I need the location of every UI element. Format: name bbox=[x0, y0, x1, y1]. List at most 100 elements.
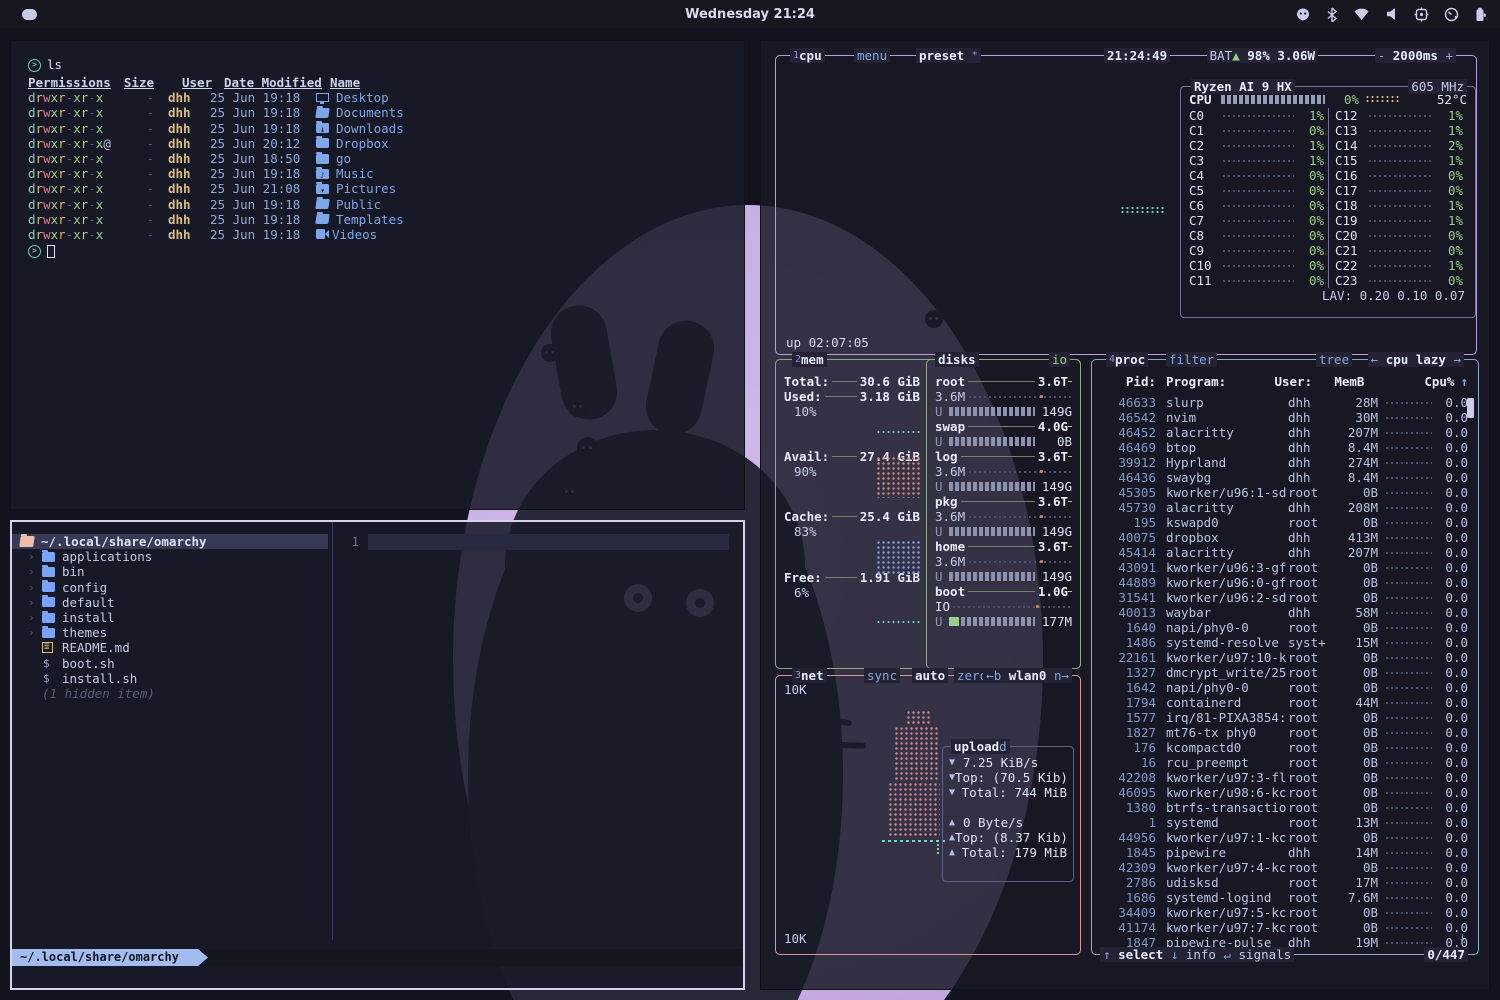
interface-next[interactable]: n→ bbox=[1054, 668, 1069, 683]
upload-total: ▲Total: 179 MiB bbox=[949, 845, 1067, 860]
interval-decrease[interactable]: - bbox=[1378, 48, 1386, 63]
disk-meter-row: U177M bbox=[935, 614, 1072, 629]
net-sync-toggle[interactable]: sync bbox=[864, 668, 900, 683]
tree-directory[interactable]: config bbox=[12, 580, 332, 595]
user: dhh bbox=[168, 166, 210, 181]
proc-filter-button[interactable]: filter bbox=[1166, 352, 1217, 367]
process-row[interactable]: 45730 alacritty dhh 208M 0.0 bbox=[1100, 500, 1468, 515]
info-action[interactable]: info bbox=[1186, 947, 1216, 962]
command-text: ls bbox=[47, 57, 62, 72]
disks-io-toggle[interactable]: io bbox=[1049, 352, 1070, 367]
tree-root[interactable]: ~/.local/share/omarchy bbox=[12, 534, 328, 549]
ls-row: drwxr-xr-x - dhh 25 Jun 19:18 Desktop bbox=[28, 90, 744, 105]
process-row[interactable]: 44956 kworker/u97:1-kc root 0B 0.0 bbox=[1100, 830, 1468, 845]
process-row[interactable]: 2786 udisksd root 17M 0.0 bbox=[1100, 875, 1468, 890]
pane-separator[interactable] bbox=[332, 522, 333, 940]
column-user[interactable]: User: bbox=[1274, 374, 1320, 389]
core-row: C151% bbox=[1335, 153, 1463, 168]
disk-meter-row: U0B bbox=[935, 434, 1072, 449]
process-row[interactable]: 44889 kworker/u96:0-gf root 0B 0.0 bbox=[1100, 575, 1468, 590]
proc-tree-toggle[interactable]: tree bbox=[1316, 352, 1352, 367]
process-row[interactable]: 39912 Hyprland dhh 274M 0.0 bbox=[1100, 455, 1468, 470]
process-row[interactable]: 16 rcu_preempt root 0B 0.0 bbox=[1100, 755, 1468, 770]
screen-record-icon[interactable] bbox=[1414, 7, 1429, 22]
process-row[interactable]: 46542 nvim dhh 30M 0.0 bbox=[1100, 410, 1468, 425]
terminal-cursor[interactable] bbox=[47, 245, 55, 258]
column-program[interactable]: Program: bbox=[1156, 374, 1274, 389]
sort-next[interactable]: → bbox=[1453, 352, 1461, 367]
process-row[interactable]: 176 kcompactd0 root 0B 0.0 bbox=[1100, 740, 1468, 755]
battery-icon[interactable] bbox=[1474, 7, 1486, 22]
process-row[interactable]: 1827 mt76-tx phy0 root 0B 0.0 bbox=[1100, 725, 1468, 740]
ls-row: drwxr-xr-x - dhh 25 Jun 19:18 Videos bbox=[28, 227, 744, 242]
scroll-up-icon[interactable]: ↑ bbox=[1460, 374, 1468, 389]
process-row[interactable]: 46452 alacritty dhh 207M 0.0 bbox=[1100, 425, 1468, 440]
process-row[interactable]: 46095 kworker/u98:6-kc root 0B 0.0 bbox=[1100, 785, 1468, 800]
wifi-icon[interactable] bbox=[1353, 7, 1370, 21]
sort-prev[interactable]: ← bbox=[1371, 352, 1379, 367]
process-row[interactable]: 42208 kworker/u97:3-fl root 0B 0.0 bbox=[1100, 770, 1468, 785]
interface-prev[interactable]: ←b bbox=[986, 668, 1001, 683]
process-row[interactable]: 1640 napi/phy0-0 root 0B 0.0 bbox=[1100, 620, 1468, 635]
process-row[interactable]: 45414 alacritty dhh 207M 0.0 bbox=[1100, 545, 1468, 560]
process-row[interactable]: 1577 irq/81-PIXA3854: root 0B 0.0 bbox=[1100, 710, 1468, 725]
tree-directory[interactable]: default bbox=[12, 595, 332, 610]
size: - bbox=[120, 121, 154, 136]
signals-action[interactable]: signals bbox=[1239, 947, 1292, 962]
disk-used-meter bbox=[949, 527, 1035, 536]
process-row[interactable]: 41174 kworker/u97:7-kc root 0B 0.0 bbox=[1100, 920, 1468, 935]
core-row: C50% bbox=[1189, 183, 1324, 198]
net-dialog-key[interactable]: d bbox=[999, 739, 1007, 754]
tree-directory[interactable]: bin bbox=[12, 564, 332, 579]
process-row[interactable]: 40013 waybar dhh 58M 0.0 bbox=[1100, 605, 1468, 620]
process-row[interactable]: 1794 containerd root 44M 0.0 bbox=[1100, 695, 1468, 710]
process-row[interactable]: 40075 dropbox dhh 413M 0.0 bbox=[1100, 530, 1468, 545]
folder-icon bbox=[42, 582, 55, 592]
net-auto-toggle[interactable]: auto bbox=[912, 668, 948, 683]
process-row[interactable]: 46469 btop dhh 8.4M 0.0 bbox=[1100, 440, 1468, 455]
tree-directory[interactable]: themes bbox=[12, 625, 332, 640]
process-row[interactable]: 1845 pipewire dhh 14M 0.0 bbox=[1100, 845, 1468, 860]
process-row[interactable]: 42309 kworker/u97:4-kc root 0B 0.0 bbox=[1100, 860, 1468, 875]
process-row[interactable]: 22161 kworker/u97:10-k root 0B 0.0 bbox=[1100, 650, 1468, 665]
column-pid[interactable]: Pid: bbox=[1100, 374, 1156, 389]
column-memb[interactable]: MemB bbox=[1320, 374, 1364, 389]
process-row[interactable]: 1642 napi/phy0-0 root 0B 0.0 bbox=[1100, 680, 1468, 695]
process-row[interactable]: 1380 btrfs-transactio root 0B 0.0 bbox=[1100, 800, 1468, 815]
proc-scrollbar[interactable] bbox=[1467, 398, 1474, 418]
date-modified: 25 Jun 18:50 bbox=[210, 151, 316, 166]
process-row[interactable]: 195 kswapd0 root 0B 0.0 bbox=[1100, 515, 1468, 530]
clock: Wednesday 21:24 bbox=[0, 7, 1500, 22]
select-action[interactable]: select bbox=[1118, 947, 1163, 962]
process-row[interactable]: 45305 kworker/u96:1-sd root 0B 0.0 bbox=[1100, 485, 1468, 500]
interval-increase[interactable]: + bbox=[1445, 48, 1453, 63]
scroll-down-icon[interactable]: ↓ bbox=[1458, 929, 1466, 944]
file-name: Videos bbox=[316, 227, 377, 242]
bluetooth-icon[interactable] bbox=[1326, 7, 1338, 22]
process-row[interactable]: 34409 kworker/u97:5-kc root 0B 0.0 bbox=[1100, 905, 1468, 920]
menu-button[interactable]: menu bbox=[854, 48, 890, 63]
tree-file[interactable]: boot.sh bbox=[12, 656, 332, 671]
preset-button[interactable]: preset * bbox=[916, 48, 981, 63]
process-row[interactable]: 43091 kworker/u96:3-gf root 0B 0.0 bbox=[1100, 560, 1468, 575]
tree-file[interactable]: install.sh bbox=[12, 671, 332, 686]
column-cpu[interactable]: Cpu% bbox=[1418, 374, 1454, 389]
process-row[interactable]: 46633 slurp dhh 28M 0.0 bbox=[1100, 395, 1468, 410]
volume-icon[interactable] bbox=[1385, 7, 1399, 21]
process-row[interactable]: 1327 dmcrypt_write/25 root 0B 0.0 bbox=[1100, 665, 1468, 680]
net-box-title: 3net bbox=[792, 668, 827, 683]
size: - bbox=[120, 136, 154, 151]
ls-row: drwxr-xr-x - dhh 25 Jun 19:18 Templates bbox=[28, 212, 744, 227]
tree-directory[interactable]: install bbox=[12, 610, 332, 625]
tree-file[interactable]: README.md bbox=[12, 640, 332, 655]
mem-free: Free:1.91 GiB 6% bbox=[784, 570, 920, 600]
mem-available-graph bbox=[876, 456, 922, 498]
tree-directory[interactable]: applications bbox=[12, 549, 332, 564]
process-row[interactable]: 1686 systemd-logind root 7.6M 0.0 bbox=[1100, 890, 1468, 905]
process-row[interactable]: 46436 swaybg dhh 8.4M 0.0 bbox=[1100, 470, 1468, 485]
process-row[interactable]: 1486 systemd-resolve syst+ 15M 0.0 bbox=[1100, 635, 1468, 650]
process-row[interactable]: 31541 kworker/u96:2-sd root 0B 0.0 bbox=[1100, 590, 1468, 605]
process-row[interactable]: 1 systemd root 13M 0.0 bbox=[1100, 815, 1468, 830]
gauge-icon[interactable] bbox=[1444, 7, 1459, 22]
mask-icon[interactable] bbox=[1295, 7, 1311, 22]
